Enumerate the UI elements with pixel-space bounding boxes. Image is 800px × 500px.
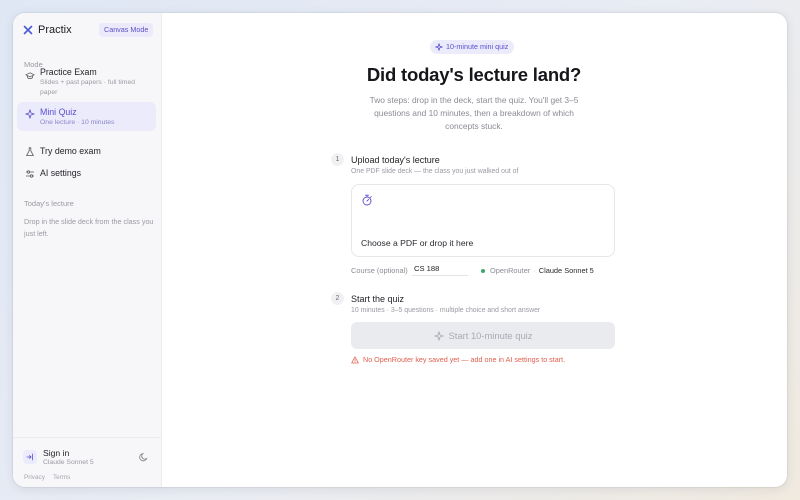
warning-icon	[351, 355, 359, 363]
separator: ·	[533, 266, 536, 275]
main-content: 10-minute mini quiz Did today's lecture …	[162, 13, 787, 487]
brand: Practix	[23, 24, 72, 36]
step-2-number: 2	[331, 292, 344, 305]
today-section-label: Today's lecture	[24, 199, 74, 208]
moon-icon[interactable]	[139, 452, 149, 462]
terms-link[interactable]: Terms	[53, 474, 70, 481]
stopwatch-icon	[362, 194, 372, 206]
sidebar-item-label: Mini Quiz	[40, 107, 77, 117]
course-input[interactable]	[412, 262, 468, 276]
model-name: Claude Sonnet 5	[538, 266, 594, 275]
sidebar-item-mini-quiz[interactable]: Mini Quiz One lecture · 10 minutes	[17, 102, 156, 131]
api-key-warning: No OpenRouter key saved yet — add one in…	[351, 355, 565, 364]
step-1-title: Upload today's lecture	[351, 155, 440, 165]
sidebar-footer: Sign in Claude Sonnet 5 Privacy Terms	[13, 437, 161, 487]
dropzone-label: Choose a PDF or drop it here	[361, 238, 474, 248]
sparkle-icon	[25, 109, 35, 119]
sidebar-item-subtitle: paper	[40, 89, 58, 96]
sidebar-item-practice-exam[interactable]: Practice Exam Slides + past papers · ful…	[17, 65, 156, 98]
app-window: Practix Canvas Mode Mode Practice Exam S…	[13, 13, 787, 487]
sidebar-item-ai-settings[interactable]: AI settings	[17, 166, 156, 182]
sidebar-item-label: AI settings	[40, 168, 82, 178]
logo-icon	[23, 25, 33, 35]
graduation-cap-icon	[25, 72, 35, 79]
course-label: Course (optional)	[351, 266, 408, 275]
sign-in-label: Sign in	[43, 448, 70, 458]
canvas-mode-badge[interactable]: Canvas Mode	[99, 23, 154, 37]
sparkle-icon	[435, 43, 443, 51]
page-subtitle: Two steps: drop in the deck, start the q…	[369, 95, 579, 131]
sidebar-item-label: Try demo exam	[40, 146, 101, 156]
status-dot	[481, 268, 485, 273]
sliders-icon	[26, 170, 34, 178]
sign-in-button[interactable]: Sign in Claude Sonnet 5	[23, 448, 94, 466]
today-note: Drop in the slide deck from the class yo…	[24, 217, 154, 238]
start-quiz-label: Start 10-minute quiz	[448, 330, 533, 341]
flask-icon	[26, 147, 34, 156]
privacy-link[interactable]: Privacy	[24, 474, 45, 481]
sparkle-icon	[433, 330, 444, 341]
warning-text: No OpenRouter key saved yet — add one in…	[363, 355, 566, 364]
sidebar: Practix Canvas Mode Mode Practice Exam S…	[13, 13, 162, 487]
step-1-subtitle: One PDF slide deck — the class you just …	[351, 168, 519, 175]
sign-in-model: Claude Sonnet 5	[43, 459, 94, 466]
provider-name: OpenRouter	[490, 266, 531, 275]
page-title: Did today's lecture land?	[366, 64, 582, 85]
step-2-subtitle: 10 minutes · 3–5 questions · multiple ch…	[351, 307, 541, 314]
sidebar-item-demo-exam[interactable]: Try demo exam	[17, 144, 156, 160]
sidebar-item-subtitle: Slides + past papers · full timed	[40, 79, 136, 86]
footer-links: Privacy Terms	[24, 474, 70, 481]
step-2-title: Start the quiz	[351, 294, 405, 304]
mini-quiz-pill: 10-minute mini quiz	[430, 40, 515, 54]
sidebar-item-subtitle: One lecture · 10 minutes	[40, 119, 115, 126]
brand-name: Practix	[38, 24, 72, 36]
pdf-dropzone[interactable]: Choose a PDF or drop it here	[351, 184, 615, 257]
sign-in-icon	[23, 450, 37, 464]
model-status: OpenRouter · Claude Sonnet 5	[481, 266, 594, 275]
pill-label: 10-minute mini quiz	[446, 42, 509, 51]
sidebar-item-label: Practice Exam	[40, 67, 97, 77]
step-1-number: 1	[331, 153, 344, 166]
start-quiz-button[interactable]: Start 10-minute quiz	[351, 322, 615, 349]
